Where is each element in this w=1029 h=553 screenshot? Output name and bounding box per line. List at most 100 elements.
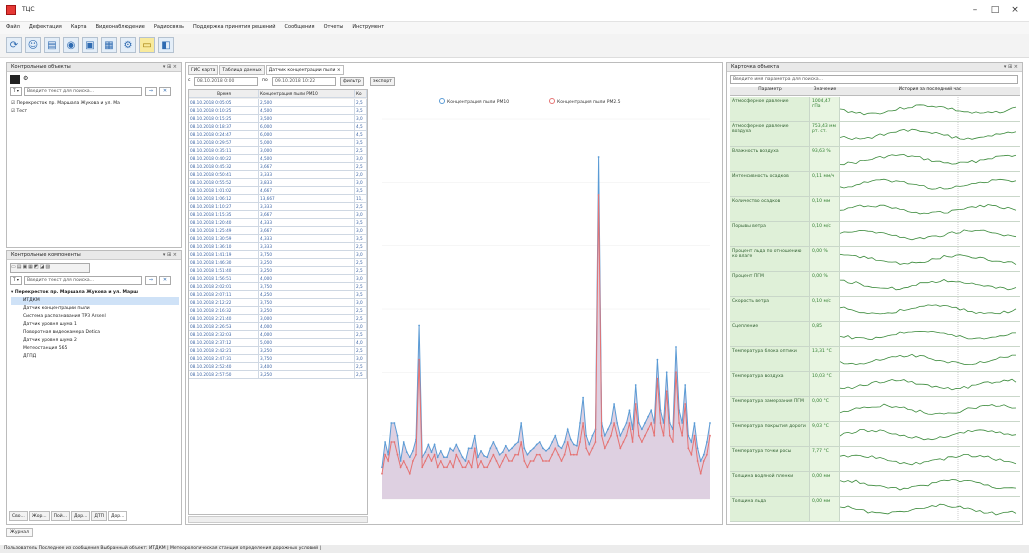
table-row[interactable]: 08.10.2018 0:15:25 3,500 3,0 [189,115,367,123]
table-row[interactable]: 08.10.2018 2:47:31 3,750 3,0 [189,355,367,363]
tree-root[interactable]: ▾ Перекресток пр. Маршала Жукова и ул. М… [11,289,179,297]
list-item[interactable]: ☑ Перекресток пр. Маршала Жукова и ул. М… [11,100,176,108]
panel-controls-icon[interactable]: ▾ ⊞ × [1004,64,1018,70]
param-row[interactable]: Температура замерзания ПГМ 0,00 °С [730,397,1020,422]
param-search-input[interactable]: Введите имя параметра для поиска... [730,75,1018,84]
document-icon[interactable]: ▭ [139,37,155,53]
tree-item[interactable]: ДГПД [11,353,179,361]
param-row[interactable]: Количество осадков 0,10 мм [730,197,1020,222]
param-row[interactable]: Интенсивность осадков 0,11 мм/ч [730,172,1020,197]
chart-icon[interactable]: ◧ [158,37,174,53]
horizontal-scrollbar[interactable] [188,516,368,523]
tree-item[interactable]: Датчик концентрации пыли [11,305,179,313]
tab-journal[interactable]: Журнал [6,528,33,537]
param-row[interactable]: Процент льда по отношению ко влаге 0,00 % [730,247,1020,272]
table-row[interactable]: 08.10.2018 2:07:11 4,250 3,5 [189,291,367,299]
table-row[interactable]: 08.10.2018 1:36:10 3,333 2,5 [189,243,367,251]
param-row[interactable]: Толщина льда 0,00 мм [730,497,1020,522]
tree-item[interactable]: Датчик уровня шума 2 [11,337,179,345]
table-row[interactable]: 08.10.2018 1:01:02 4,667 3,5 [189,187,367,195]
param-row[interactable]: Температура воздуха 10,03 °С [730,372,1020,397]
to-date-input[interactable]: 09.10.2018 10:22 [272,77,336,86]
map-icon[interactable]: ▤ [44,37,60,53]
param-row[interactable]: Порывы ветра 0,10 м/с [730,222,1020,247]
tree-item[interactable]: Датчик уровня шума 1 [11,321,179,329]
tab-dust-sensor[interactable]: Датчик концентрации пыли × [265,65,344,75]
tab-bottom[interactable]: Сво... [9,511,28,521]
component-tools-icon[interactable]: ▭▤▣▦◩◪▨ [10,263,90,273]
export-button[interactable]: экспорт [370,77,395,86]
panel-controls-icon[interactable]: ▾ ⊞ × [163,64,177,70]
tree-item[interactable]: ИТДКМ [11,297,179,305]
table-row[interactable]: 08.10.2018 0:18:37 6,000 4,5 [189,123,367,131]
components-search-input[interactable]: Введите текст для поиска... [24,276,142,285]
list-item[interactable]: ☑ Тест [11,108,176,116]
col-extra-header[interactable]: Ко [355,90,367,98]
param-row[interactable]: Скорость ветра 0,10 м/с [730,297,1020,322]
table-row[interactable]: 08.10.2018 0:35:11 3,000 2,5 [189,147,367,155]
param-row[interactable]: Атмосферное давление 1004,47 гПа [730,97,1020,122]
tab-bottom[interactable]: Дор... [108,511,128,521]
table-row[interactable]: 08.10.2018 2:37:12 5,000 4,0 [189,339,367,347]
table-row[interactable]: 08.10.2018 2:26:53 4,000 3,0 [189,323,367,331]
table-row[interactable]: 08.10.2018 1:30:59 4,333 3,5 [189,235,367,243]
from-date-input[interactable]: 08.10.2018 0:00 [194,77,258,86]
param-row[interactable]: Температура блока оптики 13,31 °С [730,347,1020,372]
param-row[interactable]: Влажность воздуха 93,63 % [730,147,1020,172]
search-go-icon[interactable]: ⇒ [145,87,157,96]
menu-reports[interactable]: Отчеты [324,24,344,32]
table-row[interactable]: 08.10.2018 0:40:22 4,500 3,0 [189,155,367,163]
table-row[interactable]: 08.10.2018 0:24:47 6,000 4,5 [189,131,367,139]
menu-decision-support[interactable]: Поддержка принятия решений [193,24,276,32]
type-dropdown[interactable]: T ▾ [10,276,22,285]
table-row[interactable]: 08.10.2018 1:56:51 4,000 3,0 [189,275,367,283]
table-row[interactable]: 08.10.2018 1:51:40 3,250 2,5 [189,267,367,275]
clear-search-icon[interactable]: ✕ [159,87,171,96]
col-time-header[interactable]: Время [189,90,259,98]
col-param-header[interactable]: Параметр [730,87,810,95]
table-row[interactable]: 08.10.2018 2:52:40 3,400 2,5 [189,363,367,371]
menu-tools[interactable]: Инструмент [352,24,384,32]
tab-bottom[interactable]: ДТП [91,511,108,521]
clear-search-icon[interactable]: ✕ [159,276,171,285]
filter-button[interactable]: фильтр [340,77,364,86]
camera-icon[interactable]: ◉ [63,37,79,53]
close-button[interactable]: × [1008,3,1022,17]
menu-messages[interactable]: Сообщения [285,24,315,32]
table-row[interactable]: 08.10.2018 2:21:40 3,000 2,5 [189,315,367,323]
table-row[interactable]: 08.10.2018 1:10:27 3,333 2,5 [189,203,367,211]
tab-bottom[interactable]: Жор... [28,511,50,521]
maximize-button[interactable]: □ [988,3,1002,17]
param-row[interactable]: Сцепление 0,85 [730,322,1020,347]
panel-controls-icon[interactable]: ▾ ⊞ × [163,252,177,258]
col-value-header[interactable]: Значение [810,87,840,95]
tree-item[interactable]: Метеостанция 565 [11,345,179,353]
table-row[interactable]: 08.10.2018 1:06:12 13,667 11, [189,195,367,203]
refresh-icon[interactable]: ⟳ [6,37,22,53]
table-row[interactable]: 08.10.2018 1:15:35 3,667 3,0 [189,211,367,219]
filter-icon[interactable] [10,75,20,84]
table-row[interactable]: 08.10.2018 2:02:01 3,750 2,5 [189,283,367,291]
param-row[interactable]: Толщина водяной пленки 0,00 мм [730,472,1020,497]
table-row[interactable]: 08.10.2018 0:50:41 3,333 2,0 [189,171,367,179]
table-row[interactable]: 08.10.2018 1:25:49 3,667 3,0 [189,227,367,235]
table-row[interactable]: 08.10.2018 2:12:22 3,750 3,0 [189,299,367,307]
table-row[interactable]: 08.10.2018 2:16:32 3,250 2,5 [189,307,367,315]
menu-video[interactable]: Видеонаблюдение [96,24,145,32]
search-go-icon[interactable]: ⇒ [145,276,157,285]
table-row[interactable]: 08.10.2018 0:55:52 3,833 3,0 [189,179,367,187]
tab-bottom[interactable]: Дор... [70,511,91,521]
tree-item[interactable]: Поворотная видеокамера Detica [11,329,179,337]
menu-file[interactable]: Файл [6,24,20,32]
type-dropdown[interactable]: T ▾ [10,87,22,96]
table-row[interactable]: 08.10.2018 1:20:40 4,333 3,5 [189,219,367,227]
tab-data-table[interactable]: Таблица данных [219,65,265,75]
menu-defects[interactable]: Дефектация [29,24,62,32]
col-history-header[interactable]: История за последний час [840,87,1020,95]
objects-search-input[interactable]: Введите текст для поиска... [24,87,142,96]
param-row[interactable]: Температура точки росы 7,77 °С [730,447,1020,472]
col-pm10-header[interactable]: Концентрация пыли PM10 [259,90,355,98]
menu-radio[interactable]: Радиосвязь [154,24,184,32]
table-row[interactable]: 08.10.2018 0:05:05 2,500 2,5 [189,99,367,107]
menu-map[interactable]: Карта [71,24,87,32]
